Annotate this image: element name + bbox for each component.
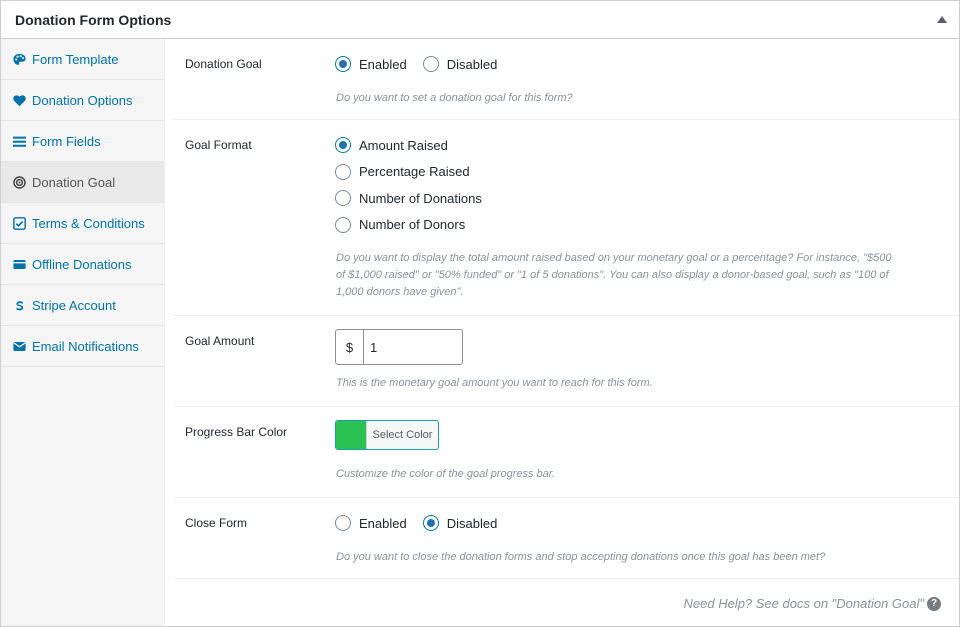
progress-bar-color-description: Customize the color of the goal progress… [336, 468, 556, 480]
sidebar-item-email-notifications[interactable]: Email Notifications [1, 326, 164, 367]
checkbox-icon [13, 216, 26, 230]
goal-format-label: Goal Format [185, 138, 252, 152]
sidebar-item-label: Terms & Conditions [32, 215, 145, 231]
goal-format-number-of-donations-radio[interactable]: Number of Donations [335, 189, 482, 207]
radio-unchecked-icon [422, 56, 439, 72]
progress-bar-color-row: Progress Bar Color Select Color Customiz… [173, 407, 959, 498]
help-link[interactable]: Need Help? See docs on "Donation Goal" ? [683, 596, 941, 611]
donation-goal-label: Donation Goal [185, 57, 262, 71]
goal-format-row: Goal Format Amount Raised Percentage Rai… [173, 120, 959, 316]
close-form-radio-group: Enabled Disabled [335, 514, 497, 532]
radio-unchecked-icon [335, 515, 351, 531]
donation-goal-description: Do you want to set a donation goal for t… [336, 92, 573, 104]
panel-header: Donation Form Options [1, 1, 959, 39]
radio-unchecked-icon [335, 163, 351, 180]
description-line: 1,000 donors have given". [336, 286, 464, 298]
description-line: Do you want to display the total amount … [336, 252, 892, 264]
radio-label: Number of Donations [359, 190, 482, 206]
radio-label: Enabled [359, 515, 407, 531]
description-line: of $1,000 raised" or "50% funded" or "1 … [336, 269, 889, 281]
main-content: Donation Goal Enabled Disabled Do you wa… [165, 39, 959, 626]
sidebar-item-label: Donation Options [32, 92, 133, 108]
color-swatch [336, 421, 366, 449]
donation-form-options-panel: Donation Form Options Form Template Dona… [0, 0, 960, 627]
sidebar-item-form-fields[interactable]: Form Fields [1, 121, 164, 162]
close-form-label: Close Form [185, 516, 248, 530]
sidebar-item-label: Stripe Account [32, 297, 116, 313]
collapse-arrow-icon[interactable] [935, 13, 949, 27]
sidebar-item-label: Donation Goal [32, 174, 116, 190]
close-form-row: Close Form Enabled Disabled Do you want … [173, 498, 959, 579]
goal-amount-field: $ [335, 329, 463, 365]
radio-label: Disabled [446, 56, 498, 72]
goal-amount-label: Goal Amount [185, 334, 255, 348]
sidebar-item-donation-options[interactable]: Donation Options [1, 80, 164, 121]
question-icon: ? [927, 596, 941, 611]
sidebar-item-label: Form Template [32, 51, 119, 67]
close-form-disabled-radio[interactable]: Disabled [422, 514, 498, 532]
donation-goal-radio-group: Enabled Disabled [335, 55, 497, 73]
sidebar-item-donation-goal[interactable]: Donation Goal [1, 162, 164, 203]
goal-format-percentage-raised-radio[interactable]: Percentage Raised [335, 163, 482, 181]
radio-label: Enabled [359, 56, 407, 72]
sidebar-item-label: Offline Donations [32, 256, 132, 272]
close-form-description: Do you want to close the donation forms … [336, 551, 826, 563]
stripe-icon [13, 299, 26, 312]
sidebar-item-offline-donations[interactable]: Offline Donations [1, 244, 164, 285]
goal-amount-description: This is the monetary goal amount you wan… [336, 377, 653, 389]
bars-icon [13, 135, 26, 148]
sidebar-item-label: Form Fields [32, 133, 101, 149]
sidebar-item-label: Email Notifications [32, 338, 139, 354]
goal-format-amount-raised-radio[interactable]: Amount Raised [335, 136, 482, 154]
progress-bar-color-label: Progress Bar Color [185, 425, 288, 439]
goal-format-description: Do you want to display the total amount … [336, 250, 946, 301]
radio-unchecked-icon [335, 190, 351, 206]
radio-unchecked-icon [335, 216, 351, 233]
goal-amount-row: Goal Amount $ This is the monetary goal … [173, 316, 959, 407]
radio-label: Number of Donors [359, 217, 466, 232]
sidebar: Form Template Donation Options Form Fiel… [1, 39, 165, 626]
envelope-icon [13, 340, 26, 353]
goal-amount-input[interactable] [364, 330, 460, 364]
goal-format-radio-group: Amount Raised Percentage Raised Number o… [335, 136, 482, 234]
palette-icon [13, 53, 26, 66]
donation-goal-enabled-radio[interactable]: Enabled [335, 55, 407, 73]
help-text: Need Help? See docs on "Donation Goal" [683, 596, 925, 611]
wallet-icon [13, 258, 26, 271]
radio-label: Percentage Raised [359, 164, 470, 179]
currency-symbol: $ [336, 330, 364, 364]
panel-title: Donation Form Options [15, 12, 172, 28]
heart-icon [13, 94, 26, 107]
radio-checked-icon [335, 137, 351, 153]
sidebar-item-form-template[interactable]: Form Template [1, 39, 164, 80]
select-color-label: Select Color [366, 421, 438, 449]
close-form-enabled-radio[interactable]: Enabled [335, 514, 407, 532]
sidebar-item-terms-conditions[interactable]: Terms & Conditions [1, 203, 164, 244]
select-color-button[interactable]: Select Color [335, 420, 439, 450]
target-icon [13, 175, 26, 189]
donation-goal-row: Donation Goal Enabled Disabled Do you wa… [173, 39, 959, 120]
radio-label: Disabled [446, 515, 498, 531]
sidebar-item-stripe-account[interactable]: Stripe Account [1, 285, 164, 326]
radio-label: Amount Raised [359, 137, 448, 153]
goal-format-number-of-donors-radio[interactable]: Number of Donors [335, 216, 482, 234]
radio-checked-icon [422, 515, 439, 531]
radio-checked-icon [335, 56, 351, 72]
donation-goal-disabled-radio[interactable]: Disabled [422, 55, 498, 73]
